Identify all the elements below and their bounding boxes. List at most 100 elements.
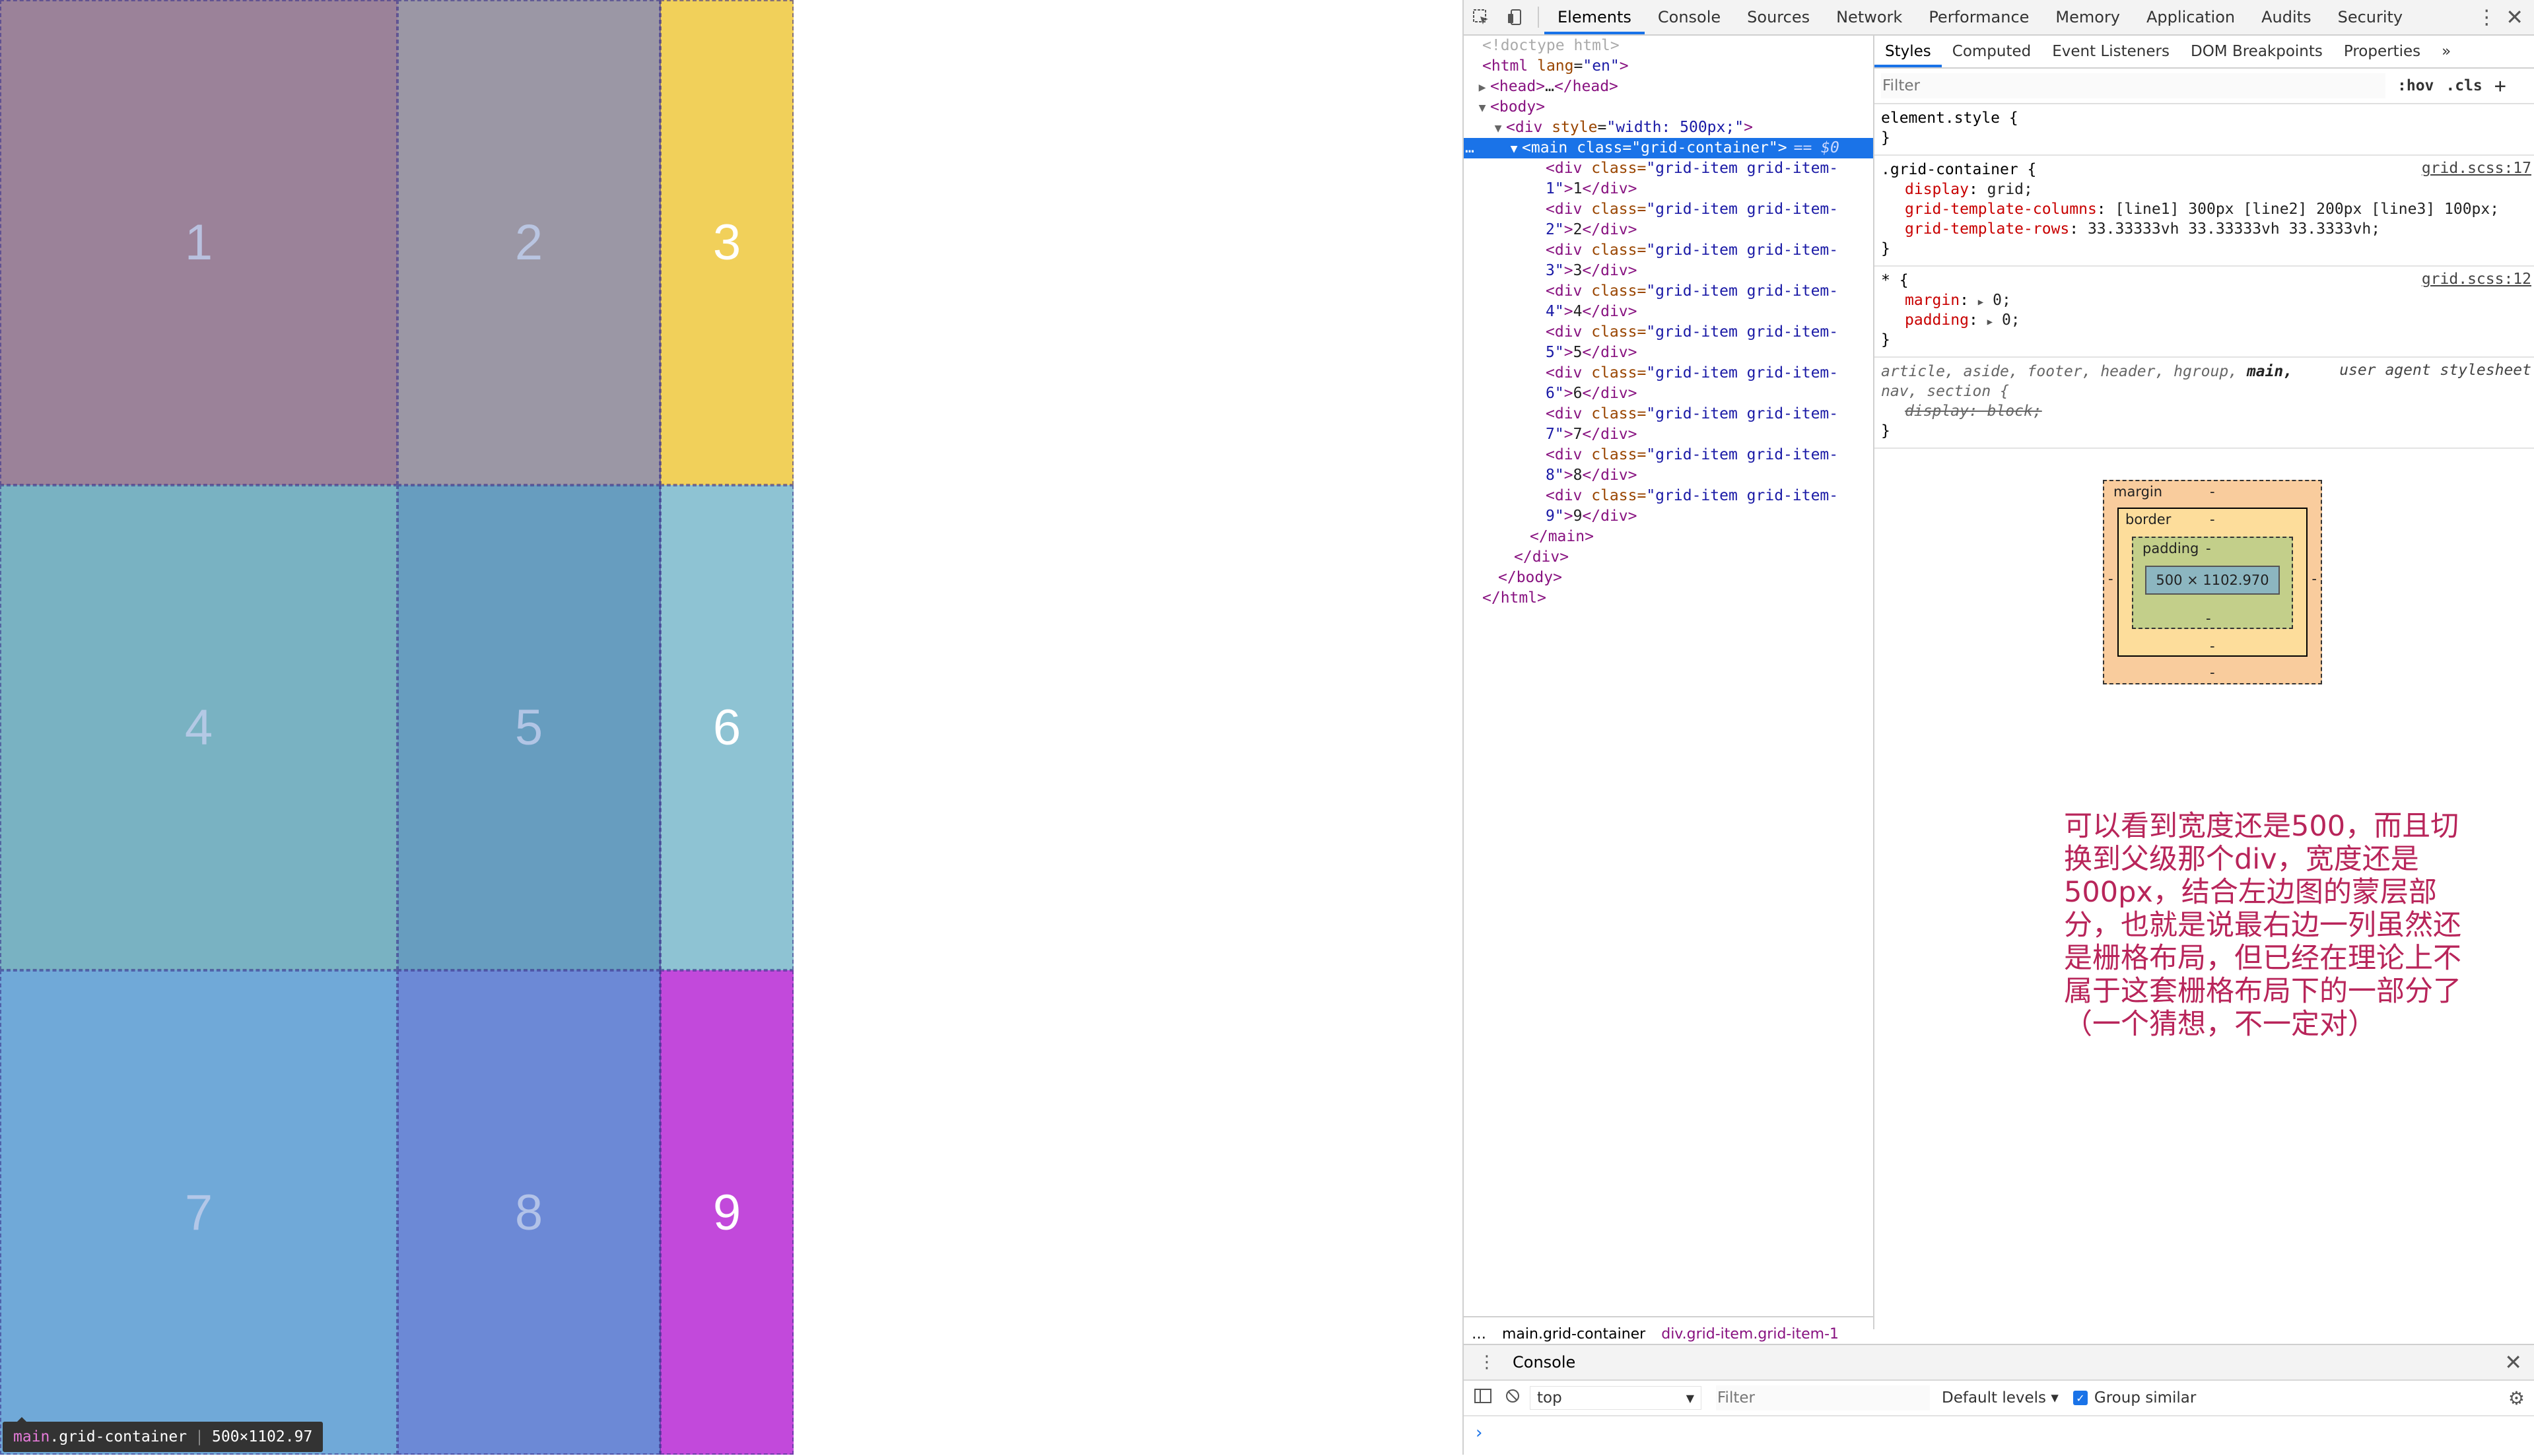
dom-grid-item[interactable]: <div class="grid-item grid-item- — [1464, 445, 1873, 465]
dom-body[interactable]: ▼ <body> — [1464, 97, 1873, 117]
prop-padding[interactable]: padding: ▶ 0; — [1881, 310, 2529, 330]
rule-element-style: element.style { } — [1874, 104, 2534, 156]
dom-grid-item-cont[interactable]: 3">3</div> — [1464, 261, 1873, 281]
dom-grid-item-cont[interactable]: 6">6</div> — [1464, 383, 1873, 404]
dom-grid-item[interactable]: <div class="grid-item grid-item- — [1464, 199, 1873, 220]
styles-filter-input[interactable] — [1881, 73, 2385, 98]
dom-grid-item-cont[interactable]: 8">8</div> — [1464, 465, 1873, 486]
dom-grid-items: <div class="grid-item grid-item- 1">1</di… — [1464, 158, 1873, 527]
toolbar-divider — [1538, 7, 1539, 28]
dom-grid-item[interactable]: <div class="grid-item grid-item- — [1464, 281, 1873, 302]
chevron-down-icon: ▼ — [1686, 1391, 1694, 1405]
dom-main-selected[interactable]: … ▼ <main class="grid-container"> == $0 — [1464, 138, 1873, 158]
dom-grid-item-cont[interactable]: 7">7</div> — [1464, 424, 1873, 445]
dom-doctype[interactable]: <!doctype html> — [1464, 36, 1873, 56]
dom-body-close[interactable]: </body> — [1464, 568, 1873, 588]
dom-grid-item[interactable]: <div class="grid-item grid-item- — [1464, 363, 1873, 383]
dom-main-close[interactable]: </main> — [1464, 527, 1873, 547]
expand-arrow-icon[interactable]: ▶ — [1474, 77, 1490, 98]
group-similar-checkbox[interactable]: ✓ Group similar — [2072, 1389, 2196, 1406]
user-agent-label: user agent stylesheet — [2339, 362, 2531, 379]
drawer-tab-console[interactable]: Console — [1513, 1353, 1575, 1372]
tab-application[interactable]: Application — [2133, 0, 2248, 34]
rule-close: } — [1881, 331, 1890, 348]
rule-grid-container: grid.scss:17 .grid-container { display: … — [1874, 156, 2534, 267]
new-rule-button[interactable]: + — [2494, 75, 2506, 98]
subtab-more[interactable]: » — [2431, 36, 2461, 67]
prop-margin[interactable]: margin: ▶ 0; — [1881, 290, 2529, 310]
dom-html[interactable]: <html lang="en"> — [1464, 56, 1873, 77]
node-actions-icon[interactable]: … — [1465, 138, 1474, 158]
console-filter-input[interactable] — [1716, 1385, 1930, 1410]
rule-selector[interactable]: element.style { — [1881, 108, 2529, 128]
drawer-menu-icon[interactable]: ⋮ — [1478, 1352, 1495, 1372]
dom-grid-item[interactable]: <div class="grid-item grid-item- — [1464, 486, 1873, 506]
inspect-element-icon[interactable] — [1464, 0, 1498, 34]
subtab-properties[interactable]: Properties — [2333, 36, 2431, 67]
rule-selector-cont: nav, section { — [1881, 383, 2009, 400]
styles-pane: Styles Computed Event Listeners DOM Breakpo… — [1874, 36, 2534, 1349]
tab-security[interactable]: Security — [2325, 0, 2416, 34]
collapse-arrow-icon[interactable]: ▼ — [1490, 118, 1506, 139]
dom-head[interactable]: ▶ <head>…</head> — [1464, 77, 1873, 97]
breadcrumb-more[interactable]: … — [1464, 1326, 1494, 1342]
annotation-text: 可以看到宽度还是500，而且切换到父级那个div，宽度还是500px，结合左边图… — [2064, 810, 2461, 1041]
tab-console[interactable]: Console — [1645, 0, 1734, 34]
dom-grid-item[interactable]: <div class="grid-item grid-item- — [1464, 158, 1873, 179]
breadcrumb-grid-item[interactable]: div.grid-item.grid-item-1 — [1653, 1326, 1847, 1342]
device-toggle-icon[interactable] — [1498, 0, 1532, 34]
tab-performance[interactable]: Performance — [1915, 0, 2042, 34]
dom-div-close[interactable]: </div> — [1464, 547, 1873, 568]
hov-button[interactable]: :hov — [2397, 77, 2434, 94]
prop-grid-template-rows[interactable]: grid-template-rows: 33.33333vh 33.33333v… — [1881, 219, 2529, 239]
tab-network[interactable]: Network — [1823, 0, 1915, 34]
more-options-icon[interactable]: ⋮ — [2477, 6, 2496, 29]
subtab-styles[interactable]: Styles — [1874, 36, 1942, 67]
subtab-computed[interactable]: Computed — [1942, 36, 2041, 67]
gear-icon[interactable]: ⚙ — [2508, 1387, 2525, 1409]
clear-console-icon[interactable] — [1505, 1388, 1521, 1408]
devtools-panel: Elements Console Sources Network Performance… — [1462, 0, 2534, 1455]
subtab-dom-breakpoints[interactable]: DOM Breakpoints — [2180, 36, 2333, 67]
rule-source-link[interactable]: grid.scss:17 — [2422, 160, 2531, 177]
tab-memory[interactable]: Memory — [2042, 0, 2133, 34]
styles-filter-bar: :hov .cls + — [1874, 69, 2534, 104]
prop-display-overridden: display: block; — [1905, 403, 2042, 420]
rule-user-agent: user agent stylesheet article, aside, fo… — [1874, 358, 2534, 449]
context-selector[interactable]: top ▼ — [1530, 1386, 1701, 1410]
sidebar-toggle-icon[interactable] — [1474, 1389, 1491, 1407]
collapse-arrow-icon[interactable]: ▼ — [1506, 139, 1522, 159]
console-prompt[interactable]: › — [1464, 1416, 2534, 1449]
rule-source-link[interactable]: grid.scss:12 — [2422, 271, 2531, 288]
rule-close: } — [1881, 129, 1890, 147]
dom-grid-item-cont[interactable]: 5">5</div> — [1464, 343, 1873, 363]
tab-sources[interactable]: Sources — [1734, 0, 1823, 34]
rule-close: } — [1881, 240, 1890, 257]
tab-elements[interactable]: Elements — [1544, 0, 1645, 34]
elements-tree: <!doctype html> <html lang="en"> ▶ <head>… — [1464, 36, 1874, 1329]
close-drawer-icon[interactable]: ✕ — [2504, 1350, 2522, 1375]
subtab-event-listeners[interactable]: Event Listeners — [2041, 36, 2180, 67]
prop-display[interactable]: display: grid; — [1881, 180, 2529, 199]
breadcrumb-main[interactable]: main.grid-container — [1494, 1326, 1653, 1342]
dom-div-wrapper[interactable]: ▼ <div style="width: 500px;"> — [1464, 117, 1873, 138]
close-devtools-icon[interactable]: ✕ — [2506, 5, 2523, 30]
dom-grid-item[interactable]: <div class="grid-item grid-item- — [1464, 322, 1873, 343]
tab-audits[interactable]: Audits — [2248, 0, 2324, 34]
prop-grid-template-columns[interactable]: grid-template-columns: [line1] 300px [li… — [1881, 199, 2529, 219]
dom-grid-item-cont[interactable]: 1">1</div> — [1464, 179, 1873, 199]
cls-button[interactable]: .cls — [2446, 77, 2482, 94]
sidebar-tabs: Styles Computed Event Listeners DOM Breakpo… — [1874, 36, 2534, 69]
console-toolbar: top▼ Default levels ▾ ✓Group similar ⚙ — [1464, 1381, 2534, 1416]
drawer-header: ⋮ Console ✕ — [1464, 1345, 2534, 1381]
dom-grid-item[interactable]: <div class="grid-item grid-item- — [1464, 404, 1873, 424]
dom-grid-item-cont[interactable]: 4">4</div> — [1464, 302, 1873, 322]
collapse-arrow-icon[interactable]: ▼ — [1474, 98, 1490, 118]
dom-html-close[interactable]: </html> — [1464, 588, 1873, 609]
log-levels-dropdown[interactable]: Default levels ▾ — [1942, 1389, 2059, 1406]
box-model-content[interactable]: 500 × 1102.970 — [2145, 566, 2280, 595]
dom-grid-item-cont[interactable]: 2">2</div> — [1464, 220, 1873, 240]
dom-grid-item[interactable]: <div class="grid-item grid-item- — [1464, 240, 1873, 261]
devtools-toolbar: Elements Console Sources Network Performance… — [1464, 0, 2534, 36]
dom-grid-item-cont[interactable]: 9">9</div> — [1464, 506, 1873, 527]
